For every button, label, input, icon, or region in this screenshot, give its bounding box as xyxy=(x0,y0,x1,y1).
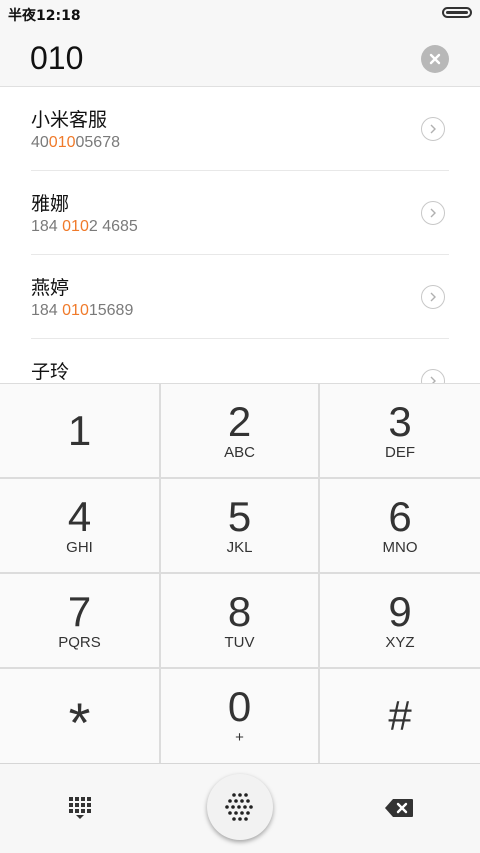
contact-name: 小米客服 xyxy=(31,109,108,131)
key-3[interactable]: 3 DEF xyxy=(320,384,480,477)
key-digit: * xyxy=(68,691,91,754)
chevron-right-icon[interactable] xyxy=(421,201,445,225)
key-letters: TUV xyxy=(224,633,255,651)
key-1[interactable]: 1 xyxy=(0,384,159,477)
dial-input-bar: 010 xyxy=(0,26,480,87)
key-0[interactable]: 0 + xyxy=(161,669,318,763)
backspace-icon[interactable] xyxy=(384,798,414,818)
chevron-right-icon[interactable] xyxy=(421,117,445,141)
key-letters: + xyxy=(235,729,244,746)
contact-number: 184 01015689 xyxy=(31,302,134,319)
dialpad-icon[interactable] xyxy=(68,796,92,820)
key-letters: PQRS xyxy=(58,633,101,651)
contact-number: 4001005678 xyxy=(31,134,120,151)
key-5[interactable]: 5 JKL xyxy=(161,479,318,572)
key-hash[interactable]: # xyxy=(320,669,480,763)
contact-name: 燕婷 xyxy=(31,277,70,299)
contact-row[interactable]: 小米客服 4001005678 xyxy=(31,87,449,171)
key-8[interactable]: 8 TUV xyxy=(161,574,318,667)
status-bar: 半夜12:18 xyxy=(0,0,480,26)
key-9[interactable]: 9 XYZ xyxy=(320,574,480,667)
key-digit: 0 xyxy=(227,683,252,730)
chevron-right-icon[interactable] xyxy=(421,369,445,383)
status-time: 半夜12:18 xyxy=(8,8,81,24)
key-7[interactable]: 7 PQRS xyxy=(0,574,159,667)
key-letters: DEF xyxy=(385,443,415,461)
contact-name: 子玲 xyxy=(31,361,70,383)
key-letters: ABC xyxy=(224,443,255,461)
key-2[interactable]: 2 ABC xyxy=(161,384,318,477)
key-star[interactable]: * xyxy=(0,669,159,763)
clear-icon[interactable] xyxy=(421,45,449,73)
key-letters: XYZ xyxy=(385,633,415,651)
call-icon xyxy=(225,793,253,821)
key-digit: 8 xyxy=(227,587,252,635)
key-digit: 3 xyxy=(388,397,412,445)
key-letters: JKL xyxy=(226,538,253,556)
key-digit: 1 xyxy=(67,406,92,454)
key-letters: MNO xyxy=(382,538,418,556)
key-digit: 5 xyxy=(227,492,252,540)
contact-results[interactable]: 小米客服 4001005678 雅娜 184 0102 4685 燕婷 184 … xyxy=(0,87,480,383)
contact-row[interactable]: 雅娜 184 0102 4685 xyxy=(31,171,449,255)
key-digit: 2 xyxy=(227,397,252,445)
match-highlight: 010 xyxy=(62,302,89,319)
bottom-bar xyxy=(0,763,480,853)
key-digit: 9 xyxy=(388,587,412,635)
key-digit: # xyxy=(388,692,412,739)
contact-name: 雅娜 xyxy=(31,193,70,215)
contact-row[interactable]: 子玲 xyxy=(31,339,449,383)
match-highlight: 010 xyxy=(48,134,76,151)
key-digit: 4 xyxy=(67,492,92,540)
key-4[interactable]: 4 GHI xyxy=(0,479,159,572)
key-digit: 6 xyxy=(388,492,412,540)
chevron-right-icon[interactable] xyxy=(421,285,445,309)
contact-row[interactable]: 燕婷 184 01015689 xyxy=(31,255,449,339)
call-button[interactable] xyxy=(207,774,273,840)
match-highlight: 010 xyxy=(62,218,89,235)
key-digit: 7 xyxy=(67,587,92,635)
key-letters: GHI xyxy=(66,538,93,556)
key-6[interactable]: 6 MNO xyxy=(320,479,480,572)
contact-number: 184 0102 4685 xyxy=(31,218,138,235)
dialpad: 1 2 ABC 3 DEF 4 GHI 5 JKL 6 MNO 7 PQRS 8… xyxy=(0,383,480,763)
battery-icon xyxy=(442,7,472,18)
dialed-number[interactable]: 010 xyxy=(30,40,83,77)
